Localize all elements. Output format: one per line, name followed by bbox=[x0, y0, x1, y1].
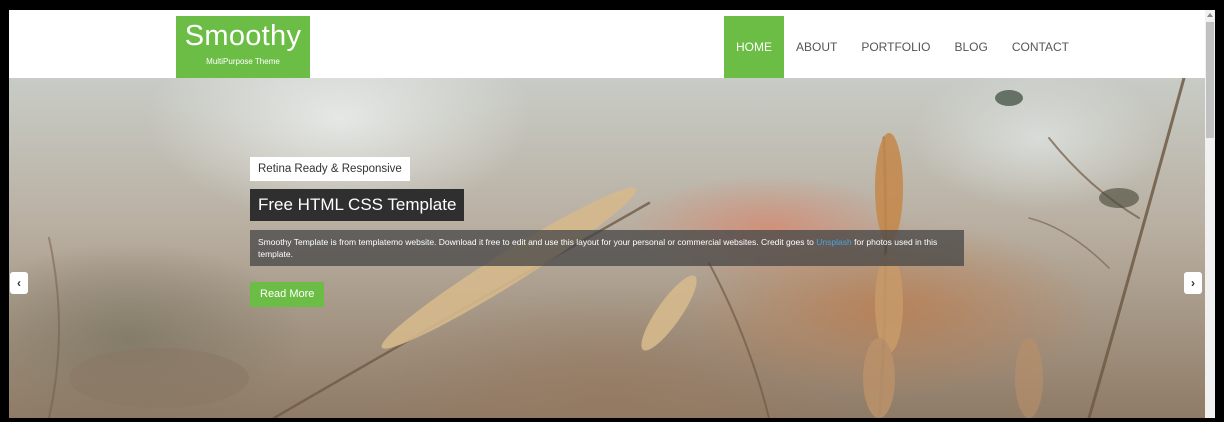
nav-item-about[interactable]: ABOUT bbox=[784, 16, 849, 78]
hero-description: Smoothy Template is from templatemo webs… bbox=[250, 230, 964, 266]
slider-next-button[interactable]: › bbox=[1184, 272, 1202, 294]
hero-description-text: Smoothy Template is from templatemo webs… bbox=[258, 237, 814, 247]
logo-subtitle: MultiPurpose Theme bbox=[206, 57, 280, 66]
hero-slider: Retina Ready & Responsive Free HTML CSS … bbox=[9, 78, 1205, 418]
site-header: Smoothy MultiPurpose Theme HOME ABOUT PO… bbox=[9, 10, 1205, 78]
main-nav: HOME ABOUT PORTFOLIO BLOG CONTACT bbox=[724, 16, 1081, 78]
logo-title: Smoothy bbox=[184, 20, 302, 52]
site-logo[interactable]: Smoothy MultiPurpose Theme bbox=[176, 16, 310, 78]
chevron-right-icon: › bbox=[1191, 276, 1195, 290]
nav-item-blog[interactable]: BLOG bbox=[942, 16, 999, 78]
slider-prev-button[interactable]: ‹ bbox=[10, 272, 28, 294]
hero-badge: Retina Ready & Responsive bbox=[250, 157, 410, 181]
nav-item-home[interactable]: HOME bbox=[724, 16, 784, 78]
browser-viewport: Smoothy MultiPurpose Theme HOME ABOUT PO… bbox=[9, 10, 1215, 418]
nav-item-contact[interactable]: CONTACT bbox=[1000, 16, 1081, 78]
nav-item-portfolio[interactable]: PORTFOLIO bbox=[849, 16, 942, 78]
unsplash-link[interactable]: Unsplash bbox=[816, 237, 851, 247]
page-scrollbar[interactable] bbox=[1205, 10, 1215, 418]
hero-headline: Free HTML CSS Template bbox=[250, 189, 465, 221]
scroll-up-arrow-icon[interactable] bbox=[1205, 10, 1215, 20]
read-more-button[interactable]: Read More bbox=[250, 282, 325, 307]
scrollbar-thumb[interactable] bbox=[1206, 22, 1214, 138]
chevron-left-icon: ‹ bbox=[17, 276, 21, 290]
